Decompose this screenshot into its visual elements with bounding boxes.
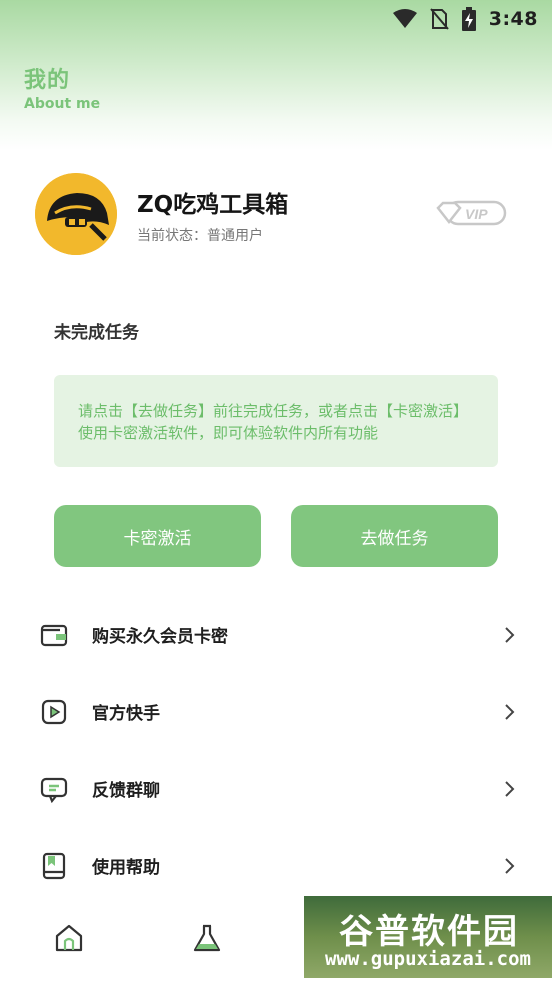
- book-icon: [40, 852, 68, 880]
- wifi-icon: [392, 9, 417, 29]
- chevron-right-icon: [503, 780, 517, 798]
- home-icon[interactable]: [53, 922, 85, 954]
- status-bar: 3:48: [0, 0, 552, 38]
- menu-label: 反馈群聊: [92, 781, 160, 801]
- status-time: 3:48: [488, 8, 538, 30]
- no-sim-icon: [429, 8, 449, 30]
- menu-item-feedback-group[interactable]: 反馈群聊: [0, 758, 552, 818]
- vip-label: VIP: [465, 206, 488, 222]
- watermark-logo: 谷普软件园 www.gupuxiazai.com: [304, 896, 552, 978]
- menu-item-kuaishou[interactable]: 官方快手: [0, 681, 552, 741]
- activate-card-button[interactable]: 卡密激活: [54, 505, 261, 567]
- page-subtitle: About me: [24, 96, 101, 112]
- chevron-right-icon: [503, 703, 517, 721]
- do-task-button[interactable]: 去做任务: [291, 505, 498, 567]
- menu-item-help[interactable]: 使用帮助: [0, 835, 552, 895]
- task-notice: 请点击【去做任务】前往完成任务，或者点击【卡密激活】使用卡密激活软件，即可体验软…: [54, 375, 498, 467]
- profile-card[interactable]: ZQ吃鸡工具箱 当前状态：普通用户 VIP: [35, 173, 515, 255]
- watermark-title: 谷普软件园: [339, 912, 519, 952]
- profile-name: ZQ吃鸡工具箱: [137, 192, 289, 218]
- vip-badge[interactable]: VIP: [435, 199, 507, 231]
- menu-label: 官方快手: [92, 704, 160, 724]
- menu-label: 使用帮助: [92, 858, 160, 878]
- menu-label: 购买永久会员卡密: [92, 627, 228, 647]
- chevron-right-icon: [503, 626, 517, 644]
- wallet-icon: [40, 621, 68, 649]
- chevron-right-icon: [503, 857, 517, 875]
- watermark-url: www.gupuxiazai.com: [325, 948, 531, 970]
- chat-icon: [40, 775, 68, 804]
- menu-item-buy-vip[interactable]: 购买永久会员卡密: [0, 604, 552, 664]
- profile-status: 当前状态：普通用户: [137, 228, 263, 244]
- battery-charging-icon: [461, 7, 477, 31]
- flask-icon[interactable]: [191, 922, 223, 954]
- helmet-avatar-icon[interactable]: [35, 173, 117, 255]
- section-title-tasks: 未完成任务: [54, 323, 139, 343]
- video-play-icon: [40, 698, 68, 726]
- page-title: 我的: [24, 68, 71, 93]
